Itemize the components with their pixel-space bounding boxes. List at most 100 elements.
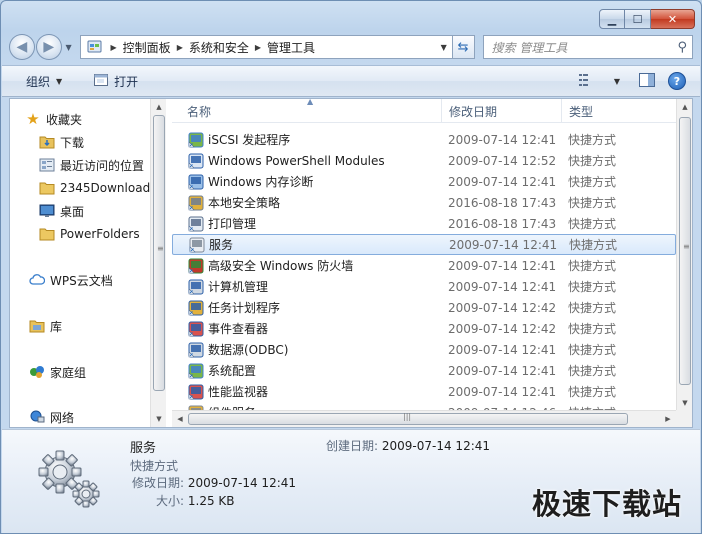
nav-favorite-item[interactable]: 最近访问的位置 [38, 154, 144, 176]
details-created: 创建日期: 2009-07-14 12:41 [326, 437, 490, 454]
homegroup-icon [28, 364, 46, 380]
file-type: 快捷方式 [568, 133, 617, 147]
details-size-value: 1.25 KB [187, 494, 235, 508]
search-placeholder: 搜索 管理工具 [491, 40, 568, 55]
file-date: 2009-07-14 12:41 [448, 132, 557, 147]
maximize-button[interactable]: ☐ [625, 9, 651, 29]
grip-icon: ≡ [683, 242, 690, 251]
file-row[interactable]: 本地安全策略 2016-08-18 17:43 快捷方式 [172, 192, 676, 213]
scroll-down-icon[interactable]: ▼ [677, 395, 692, 411]
nav-libraries[interactable]: 库 [28, 315, 62, 337]
breadcrumb-separator-icon[interactable]: ▶ [255, 43, 261, 52]
scrollbar-corner [676, 410, 692, 427]
change-view-button[interactable] [576, 70, 598, 92]
file-date: 2009-07-14 12:41 [448, 342, 557, 357]
details-modified: 修改日期: 2009-07-14 12:41 [132, 474, 296, 491]
file-name: 任务计划程序 [208, 301, 281, 315]
column-header-date[interactable]: 修改日期 [441, 99, 561, 123]
file-row[interactable]: 系统配置 2009-07-14 12:41 快捷方式 [172, 360, 676, 381]
refresh-icon: ⇆ [457, 39, 469, 55]
library-icon [28, 318, 46, 334]
breadcrumb-separator-icon[interactable]: ▶ [177, 43, 183, 52]
nav-favorite-item[interactable]: 下载 [38, 131, 84, 153]
scroll-thumb[interactable]: ||| [188, 412, 628, 425]
scroll-thumb[interactable]: ≡ [679, 117, 691, 385]
security-policy-icon [187, 195, 205, 211]
file-row[interactable]: 数据源(ODBC) 2009-07-14 12:41 快捷方式 [172, 339, 676, 360]
column-header-type[interactable]: 类型 [561, 99, 661, 123]
refresh-button[interactable]: ⇆ [452, 35, 475, 59]
maximize-icon: ☐ [632, 12, 643, 26]
file-row[interactable]: 事件查看器 2009-07-14 12:42 快捷方式 [172, 318, 676, 339]
file-row[interactable]: 高级安全 Windows 防火墙 2009-07-14 12:41 快捷方式 [172, 255, 676, 276]
nav-favorite-item[interactable]: PowerFolders [38, 223, 140, 245]
nav-wps-cloud[interactable]: WPS云文档 [28, 269, 113, 291]
navigation-pane: ★ 收藏夹 下载 最近访问的位置 2345Downloads 桌面 PowerF… [10, 99, 166, 427]
file-name: iSCSI 发起程序 [208, 133, 291, 147]
scroll-right-icon[interactable]: ▶ [660, 411, 676, 427]
file-row[interactable]: 任务计划程序 2009-07-14 12:42 快捷方式 [172, 297, 676, 318]
scroll-up-icon[interactable]: ▲ [151, 99, 166, 115]
firewall-icon [187, 258, 205, 274]
nav-network[interactable]: 网络 [28, 406, 74, 427]
details-created-value[interactable]: 2009-07-14 12:41 [382, 439, 490, 453]
powershell-icon [187, 153, 205, 169]
preview-pane-button[interactable] [636, 70, 658, 92]
file-row[interactable]: Windows 内存诊断 2009-07-14 12:41 快捷方式 [172, 171, 676, 192]
file-name: 计算机管理 [208, 280, 269, 294]
forward-button[interactable]: ▶ [35, 34, 62, 60]
open-button[interactable]: 打开 [88, 69, 144, 93]
breadcrumb-system-security[interactable]: 系统和安全 [189, 39, 249, 56]
nav-homegroup[interactable]: 家庭组 [28, 361, 86, 383]
organize-button[interactable]: 组织 ▼ [20, 69, 68, 93]
computer-management-icon [187, 279, 205, 295]
close-button[interactable]: ✕ [651, 9, 695, 29]
scroll-left-icon[interactable]: ◀ [172, 411, 188, 427]
nav-favorite-item[interactable]: 2345Downloads [38, 177, 156, 199]
file-row[interactable]: 服务 2009-07-14 12:41 快捷方式 [172, 234, 676, 255]
organize-label: 组织 [26, 74, 51, 89]
folder-icon [38, 180, 56, 196]
address-bar[interactable]: ▶ 控制面板 ▶ 系统和安全 ▶ 管理工具 ▼ [79, 35, 453, 59]
file-date: 2009-07-14 12:41 [448, 384, 557, 399]
nav-favorites[interactable]: ★ 收藏夹 [24, 108, 82, 130]
file-row[interactable]: 打印管理 2016-08-18 17:43 快捷方式 [172, 213, 676, 234]
file-row[interactable]: Windows PowerShell Modules 2009-07-14 12:… [172, 150, 676, 171]
scroll-thumb[interactable]: ≡ [153, 115, 165, 391]
file-type: 快捷方式 [568, 385, 617, 399]
back-button[interactable]: ◀ [9, 34, 35, 60]
scroll-down-icon[interactable]: ▼ [151, 411, 166, 427]
navigation-pane-scrollbar[interactable]: ▲ ≡ ▼ [150, 99, 166, 427]
column-header-name[interactable]: 名称 [180, 99, 442, 123]
column-name-label: 名称 [187, 104, 212, 119]
details-modified-value[interactable]: 2009-07-14 12:41 [188, 476, 296, 490]
back-arrow-icon: ◀ [16, 39, 28, 55]
breadcrumb-admin-tools[interactable]: 管理工具 [267, 39, 315, 56]
breadcrumb-control-panel[interactable]: 控制面板 [123, 39, 171, 56]
file-row[interactable]: 性能监视器 2009-07-14 12:41 快捷方式 [172, 381, 676, 402]
minimize-button[interactable]: ▁ [599, 9, 625, 29]
nav-favorite-item[interactable]: 桌面 [38, 200, 84, 222]
cloud-icon [28, 272, 46, 288]
chevron-down-icon: ▼ [65, 42, 72, 52]
services-gear-icon [188, 237, 206, 253]
search-input[interactable]: 搜索 管理工具 ⚲ [482, 35, 693, 59]
recent-pages-button[interactable]: ▼ [62, 34, 76, 60]
event-viewer-icon [187, 321, 205, 337]
search-icon[interactable]: ⚲ [677, 40, 687, 55]
command-bar: 组织 ▼ 打开 ▼ ? [2, 65, 700, 97]
scroll-up-icon[interactable]: ▲ [677, 99, 692, 115]
breadcrumb-separator-icon[interactable]: ▶ [111, 43, 117, 52]
column-headers: ▲ 名称 修改日期 类型 [172, 99, 676, 123]
network-icon [28, 409, 46, 425]
nav-favorite-label: 下载 [60, 135, 85, 150]
file-row[interactable]: 计算机管理 2009-07-14 12:41 快捷方式 [172, 276, 676, 297]
address-dropdown-icon[interactable]: ▼ [436, 43, 452, 52]
help-button[interactable]: ? [666, 70, 688, 92]
file-row[interactable]: iSCSI 发起程序 2009-07-14 12:41 快捷方式 [172, 129, 676, 150]
view-options-dropdown[interactable]: ▼ [606, 70, 628, 92]
file-list-horizontal-scrollbar[interactable]: ◀ ||| ▶ [172, 410, 676, 427]
file-list-vertical-scrollbar[interactable]: ▲ ≡ ▼ [676, 99, 692, 411]
nav-favorites-label: 收藏夹 [46, 112, 83, 127]
forward-arrow-icon: ▶ [43, 39, 55, 55]
